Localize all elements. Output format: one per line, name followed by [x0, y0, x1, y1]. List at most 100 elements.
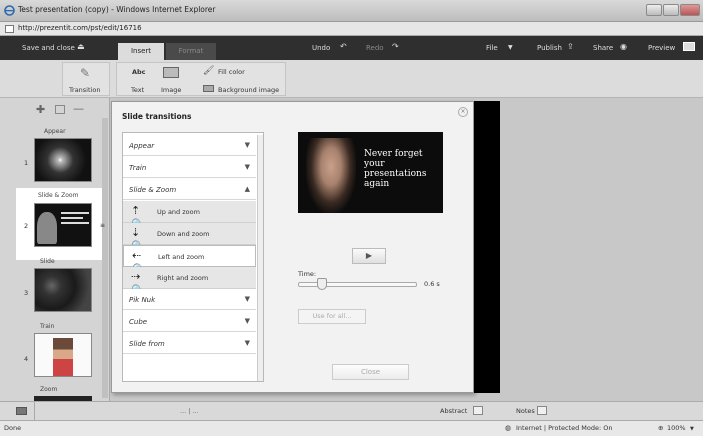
minimize-button[interactable] — [646, 4, 662, 16]
close-button[interactable]: Close — [332, 364, 409, 380]
eject-icon[interactable]: ⏏ — [77, 42, 85, 51]
file-menu[interactable]: File — [486, 44, 498, 52]
redo-button[interactable]: Redo — [366, 44, 384, 52]
file-dropdown-icon[interactable]: ▼ — [508, 44, 513, 51]
image-button[interactable]: Image — [161, 86, 181, 94]
transition-category-slide-zoom[interactable]: Slide & Zoom ▲ — [123, 179, 256, 200]
chevron-up-icon: ▲ — [244, 185, 250, 193]
drag-handle-icon[interactable]: ≡ — [100, 222, 105, 229]
transition-label: Right and zoom — [157, 274, 209, 282]
dialog-close-icon[interactable]: × — [458, 107, 468, 117]
undo-icon[interactable]: ↶ — [340, 42, 347, 51]
window-title-bar: Test presentation (copy) - Windows Inter… — [0, 0, 703, 22]
transition-preview: Never forget your presentations again — [298, 132, 443, 213]
tab-insert[interactable]: Insert — [118, 43, 164, 60]
zoom-icon: ⊕ — [658, 424, 664, 432]
preview-icon[interactable] — [683, 42, 695, 51]
window-close-button[interactable] — [680, 4, 700, 16]
text-icon[interactable]: Abc — [132, 68, 146, 76]
tab-format[interactable]: Format — [166, 43, 216, 60]
preview-button[interactable]: Preview — [648, 44, 675, 52]
security-zone[interactable]: Internet | Protected Mode: On — [516, 424, 613, 432]
transition-label: Down and zoom — [157, 230, 210, 238]
transition-category-train[interactable]: Train ▼ — [123, 157, 256, 178]
url-field[interactable]: http://prezentit.com/pst/edit/16716 — [18, 24, 142, 32]
undo-button[interactable]: Undo — [312, 44, 330, 52]
transition-category-piknuk[interactable]: Pik Nuk ▼ — [123, 289, 256, 310]
slideshow-icon[interactable] — [16, 407, 27, 415]
left-zoom-icon: ⇠🔍 — [132, 249, 146, 276]
abstract-button[interactable]: Abstract — [440, 407, 467, 415]
category-label: Slide & Zoom — [129, 186, 177, 194]
slide-number: 4 — [24, 355, 29, 363]
transition-left-and-zoom[interactable]: ⇠🔍 Left and zoom — [123, 245, 256, 276]
transition-category-cube[interactable]: Cube ▼ — [123, 311, 256, 332]
slide-transition-label: Zoom — [40, 386, 58, 393]
slide-number: 2 — [24, 222, 29, 230]
insert-group: Abc Text Image 🖌 Fill color Background i… — [116, 62, 286, 96]
transition-right-and-zoom[interactable]: ⇢🔍 Right and zoom — [123, 267, 256, 297]
globe-icon: ◍ — [505, 424, 512, 432]
play-button[interactable]: ▶ — [352, 248, 386, 264]
publish-icon[interactable]: ⇪ — [567, 42, 574, 51]
fill-color-button[interactable]: Fill color — [218, 68, 245, 76]
slide-transition-label: Slide — [40, 258, 55, 265]
remove-slide-icon[interactable]: — — [73, 102, 84, 115]
transition-label: Up and zoom — [157, 208, 200, 216]
fill-color-icon: 🖌 — [203, 66, 215, 76]
window-title: Test presentation (copy) - Windows Inter… — [18, 5, 216, 14]
transition-icon: ✎ — [80, 66, 91, 80]
duplicate-slide-icon[interactable] — [55, 105, 65, 114]
background-image-icon — [203, 85, 214, 92]
redo-icon[interactable]: ↷ — [392, 42, 399, 51]
transition-category-slide-from[interactable]: Slide from ▼ — [123, 333, 256, 354]
slide-thumbnail[interactable] — [34, 203, 92, 247]
category-label: Pik Nuk — [129, 296, 156, 304]
share-button[interactable]: Share — [593, 44, 613, 52]
publish-button[interactable]: Publish — [537, 44, 562, 52]
down-zoom-icon: ⇣🔍 — [131, 226, 145, 253]
zoom-dropdown-icon[interactable]: ▼ — [690, 426, 694, 432]
status-bar: Done ◍ Internet | Protected Mode: On ⊕ 1… — [0, 420, 703, 436]
divider — [34, 402, 35, 421]
transition-button[interactable]: ✎ Transition — [62, 62, 110, 96]
time-label: Time: — [298, 270, 317, 278]
slide-number: 1 — [24, 159, 29, 167]
zoom-level[interactable]: 100% — [667, 424, 686, 432]
ribbon: ✎ Transition Abc Text Image 🖌 Fill color… — [0, 60, 703, 98]
image-icon[interactable] — [163, 67, 179, 78]
slides-scrollbar[interactable] — [102, 118, 108, 398]
save-close-button[interactable]: Save and close — [22, 44, 75, 52]
time-slider-handle[interactable] — [316, 278, 327, 290]
category-label: Slide from — [129, 340, 165, 348]
transition-label: Transition — [69, 86, 101, 94]
slide-transition-label: Slide & Zoom — [38, 192, 79, 199]
list-scrollbar[interactable] — [257, 135, 263, 381]
use-for-all-button[interactable]: Use for all... — [298, 309, 366, 324]
preview-photo — [306, 138, 356, 213]
abstract-icon[interactable] — [473, 406, 483, 415]
notes-button[interactable]: Notes — [516, 407, 535, 415]
slide-thumbnail[interactable] — [34, 138, 92, 182]
notes-icon[interactable] — [537, 406, 547, 415]
time-slider[interactable] — [298, 282, 417, 287]
background-image-button[interactable]: Background image — [218, 86, 279, 94]
page-icon — [5, 25, 14, 33]
time-value: 0.6 s — [424, 280, 440, 288]
address-bar[interactable]: http://prezentit.com/pst/edit/16716 — [0, 22, 703, 36]
text-button[interactable]: Text — [131, 86, 144, 94]
preview-text: Never forget your presentations again — [364, 149, 427, 189]
add-slide-icon[interactable]: ✚ — [36, 103, 45, 116]
transition-up-and-zoom[interactable]: ⇡🔍 Up and zoom — [123, 201, 256, 231]
thumb-text-line — [61, 222, 89, 224]
maximize-button[interactable] — [663, 4, 679, 16]
transition-label: Left and zoom — [158, 253, 205, 261]
bottom-bar: ... | ... Abstract Notes — [0, 401, 703, 421]
share-icon[interactable]: ◉ — [620, 42, 627, 51]
slide-transitions-dialog: Slide transitions × Appear ▼ Train ▼ Sli… — [111, 101, 474, 393]
person-image — [53, 338, 73, 376]
slide-thumbnail[interactable] — [34, 333, 92, 377]
slide-thumbnail[interactable] — [34, 268, 92, 312]
transition-category-appear[interactable]: Appear ▼ — [123, 135, 256, 156]
transition-down-and-zoom[interactable]: ⇣🔍 Down and zoom — [123, 223, 256, 253]
